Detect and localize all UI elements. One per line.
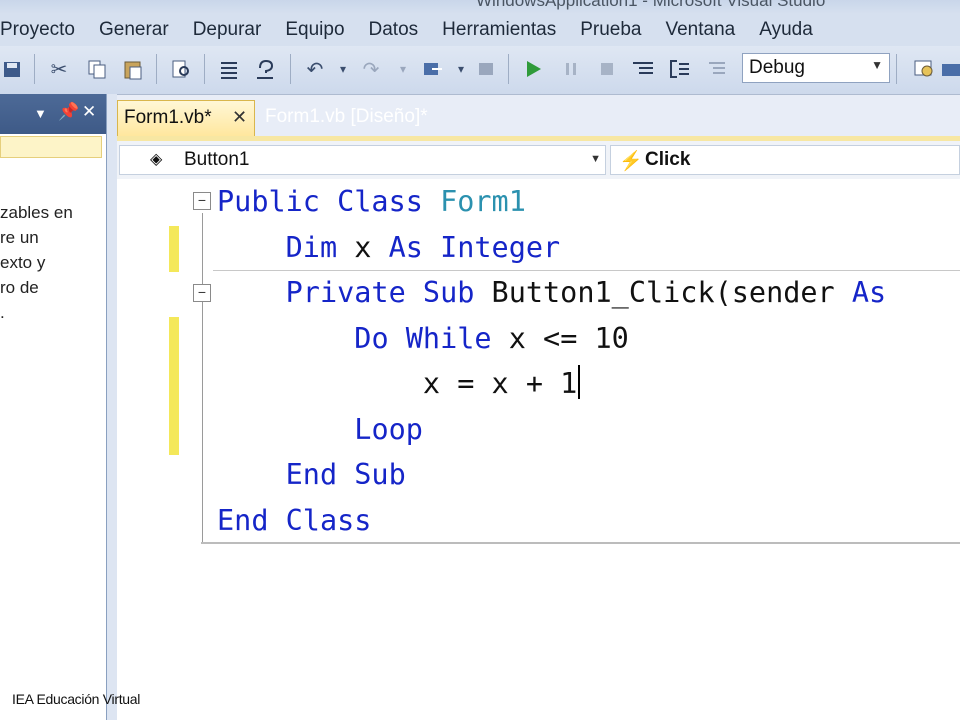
menu-ayuda[interactable]: Ayuda: [747, 19, 825, 41]
code-line-4: Do While x <= 10: [354, 321, 629, 355]
start-debugging-icon[interactable]: [520, 56, 546, 82]
item-description: zables en re un exto y ro de .: [0, 203, 73, 322]
object-icon: ◈: [150, 151, 163, 168]
menu-herramientas[interactable]: Herramientas: [430, 19, 568, 41]
cut-icon[interactable]: ✂: [46, 56, 72, 82]
change-marker: [169, 226, 179, 272]
copy-icon[interactable]: [84, 56, 110, 82]
code-line-8: End Class: [217, 503, 372, 537]
undo-icon[interactable]: ↶: [302, 56, 328, 82]
code-line-6: Loop: [354, 412, 423, 446]
collapse-sub-icon[interactable]: −: [193, 284, 211, 302]
close-icon[interactable]: ✕: [232, 107, 247, 128]
menu-equipo[interactable]: Equipo: [273, 19, 356, 41]
object-dropdown[interactable]: ◈ Button1 ▼: [119, 145, 606, 175]
find-icon[interactable]: [168, 56, 194, 82]
step-into-icon[interactable]: [630, 56, 656, 82]
event-lightning-icon: ⚡: [619, 151, 643, 172]
solution-configuration-dropdown[interactable]: Debug ▼: [742, 53, 890, 83]
step-out-icon[interactable]: [702, 56, 728, 82]
code-text[interactable]: Public Class Form1 Dim x As Integer Priv…: [217, 179, 886, 543]
toolbar-separator: [508, 54, 509, 84]
left-tool-window: ▼ 📌 ✕ zables en re un exto y ro de .: [0, 94, 107, 720]
undo-dropdown-icon[interactable]: ▾: [330, 56, 356, 82]
redo-icon[interactable]: ↷: [358, 56, 384, 82]
menu-depurar[interactable]: Depurar: [181, 19, 274, 41]
navigate-back-icon[interactable]: [420, 56, 446, 82]
tab-label: Form1.vb*: [124, 107, 212, 128]
navigate-forward-icon[interactable]: [474, 56, 500, 82]
toolbar-separator: [204, 54, 205, 84]
comment-icon[interactable]: [216, 56, 242, 82]
tab-form1-code[interactable]: Form1.vb* ✕: [117, 100, 255, 136]
chevron-down-icon: ▼: [590, 153, 601, 165]
stop-icon[interactable]: [594, 56, 620, 82]
toolbar-separator: [34, 54, 35, 84]
uncomment-icon[interactable]: [252, 56, 278, 82]
chevron-down-icon: ▼: [871, 58, 883, 72]
pause-icon[interactable]: [558, 56, 584, 82]
event-name: Click: [645, 149, 691, 170]
tool-window-header: ▼ 📌 ✕: [0, 94, 106, 134]
menu-prueba[interactable]: Prueba: [568, 19, 653, 41]
save-all-icon[interactable]: [0, 56, 26, 82]
code-navigation-bar: ◈ Button1 ▼ ⚡ Click: [117, 141, 960, 180]
tab-label: Form1.vb [Diseño]*: [265, 106, 428, 127]
collapse-class-icon[interactable]: −: [193, 192, 211, 210]
paste-icon[interactable]: [120, 56, 146, 82]
code-line-2: Dim x As Integer: [285, 230, 561, 264]
step-over-icon[interactable]: [666, 56, 692, 82]
toolbar-separator: [156, 54, 157, 84]
code-line-7: End Sub: [285, 458, 406, 491]
event-dropdown[interactable]: ⚡ Click: [610, 145, 960, 175]
menu-ventana[interactable]: Ventana: [653, 19, 747, 41]
text-caret: [578, 365, 581, 399]
find-in-files-icon[interactable]: [912, 56, 938, 82]
configuration-value: Debug: [749, 57, 805, 78]
menu-datos[interactable]: Datos: [357, 19, 431, 41]
toolbox-icon[interactable]: [938, 56, 960, 82]
close-icon[interactable]: ✕: [82, 102, 96, 122]
code-line-5: x = x + 1: [217, 365, 581, 400]
watermark: IEA Educación Virtual: [12, 691, 141, 707]
window-title: WindowsApplication1 - Microsoft Visual S…: [476, 0, 826, 10]
code-line-3: Private Sub Button1_Click(sender As: [285, 276, 887, 309]
outline-line: [202, 213, 203, 543]
search-field[interactable]: [0, 136, 102, 158]
toolbar-separator: [896, 54, 897, 84]
pin-icon[interactable]: 📌: [58, 102, 79, 122]
object-name: Button1: [184, 149, 250, 170]
document-tab-bar: Form1.vb* ✕ Form1.vb [Diseño]*: [117, 100, 960, 136]
window-position-dropdown-icon[interactable]: ▼: [34, 106, 47, 121]
redo-dropdown-icon[interactable]: ▾: [390, 56, 416, 82]
menu-generar[interactable]: Generar: [87, 19, 181, 41]
navigate-dropdown-icon[interactable]: ▾: [448, 56, 474, 82]
menu-proyecto[interactable]: Proyecto: [0, 19, 87, 41]
change-marker: [169, 317, 179, 455]
title-bar: WindowsApplication1 - Microsoft Visual S…: [0, 0, 960, 14]
splitter[interactable]: [107, 94, 117, 720]
code-line-1: Public Class Form1: [217, 185, 526, 218]
toolbar-separator: [290, 54, 291, 84]
menu-bar: Proyecto Generar Depurar Equipo Datos He…: [0, 14, 960, 46]
code-editor[interactable]: − − Public Class Form1 Dim x As Integer …: [117, 179, 960, 720]
